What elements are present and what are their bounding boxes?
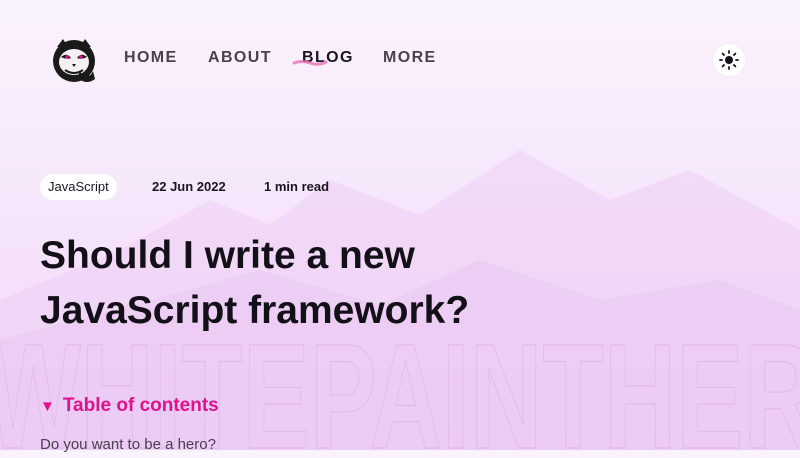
nav-more[interactable]: MORE (383, 49, 437, 67)
page-title: Should I write a new JavaScript framewor… (40, 228, 640, 338)
active-nav-underline (292, 60, 328, 66)
post-meta: JavaScript 22 Jun 2022 1 min read (0, 174, 800, 202)
site-header: HOME ABOUT BLOG MORE (0, 0, 800, 120)
sun-icon (719, 50, 739, 70)
nav-home[interactable]: HOME (124, 49, 178, 67)
theme-toggle-button[interactable] (713, 44, 745, 76)
triangle-down-icon: ▼ (40, 397, 55, 415)
toc-label: Table of contents (62, 395, 219, 416)
post-date: 22 Jun 2022 (152, 179, 226, 194)
table-of-contents-toggle[interactable]: ▼ Table of contents (40, 395, 219, 417)
title-line-2: JavaScript framework? (40, 289, 470, 332)
post-tag[interactable]: JavaScript (40, 174, 117, 200)
toc-item[interactable]: Do you want to be a hero? (40, 436, 216, 453)
cat-face-logo-icon (53, 39, 95, 82)
post-read-time: 1 min read (264, 179, 330, 194)
title-line-1: Should I write a new (40, 234, 415, 277)
nav-about[interactable]: ABOUT (208, 49, 272, 67)
logo[interactable] (49, 35, 99, 85)
